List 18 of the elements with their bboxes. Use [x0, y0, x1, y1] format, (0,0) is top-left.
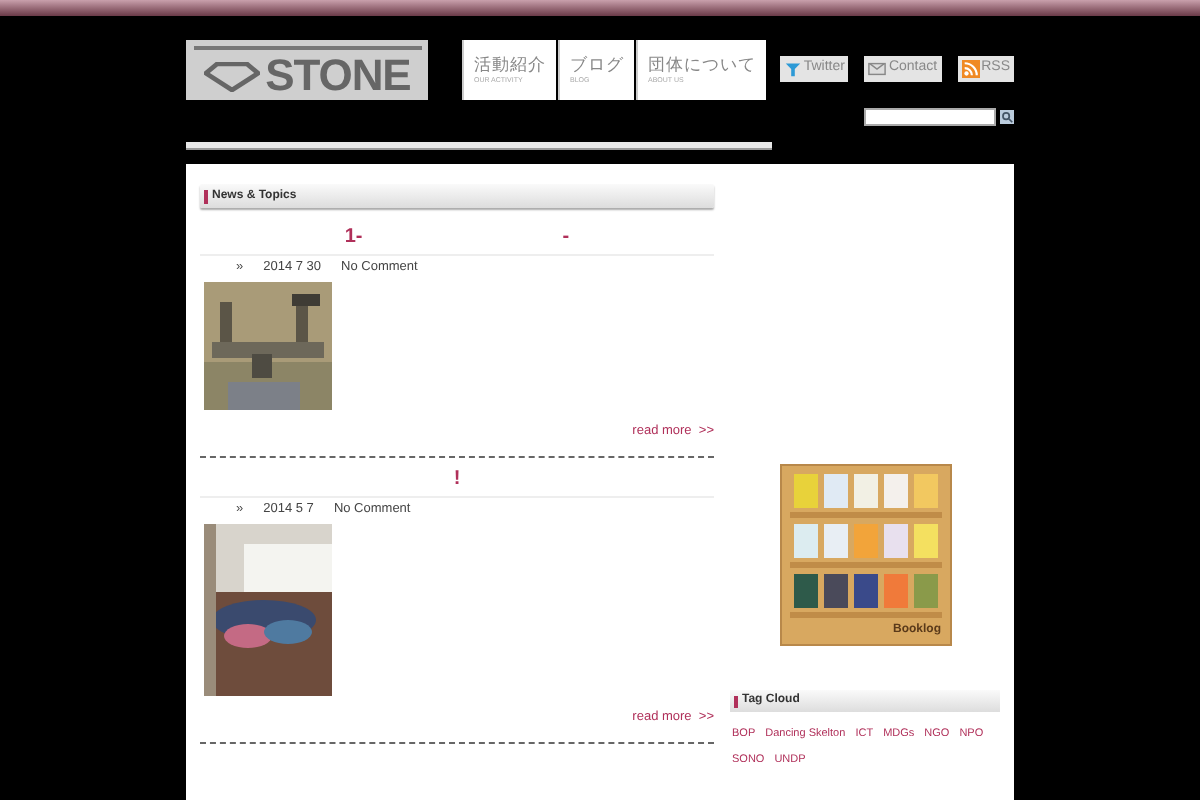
diamond-icon [203, 61, 260, 91]
book-cover[interactable] [823, 524, 847, 558]
book-cover[interactable] [793, 574, 817, 608]
book-cover[interactable] [793, 524, 817, 558]
book-cover[interactable] [883, 524, 907, 558]
book-cover[interactable] [853, 574, 877, 608]
book-cover[interactable] [823, 574, 847, 608]
post-title[interactable]: ! [200, 461, 714, 498]
logo-text: STONE [265, 54, 411, 98]
search-icon[interactable] [1000, 110, 1014, 124]
post-title[interactable]: 1- - [200, 220, 714, 256]
book-cover[interactable] [853, 474, 877, 508]
book-cover[interactable] [883, 474, 907, 508]
book-cover[interactable] [823, 474, 847, 508]
search-field[interactable] [864, 108, 996, 126]
mail-icon [868, 60, 887, 78]
rss-icon [961, 60, 980, 78]
logo[interactable]: STONE [186, 40, 428, 100]
